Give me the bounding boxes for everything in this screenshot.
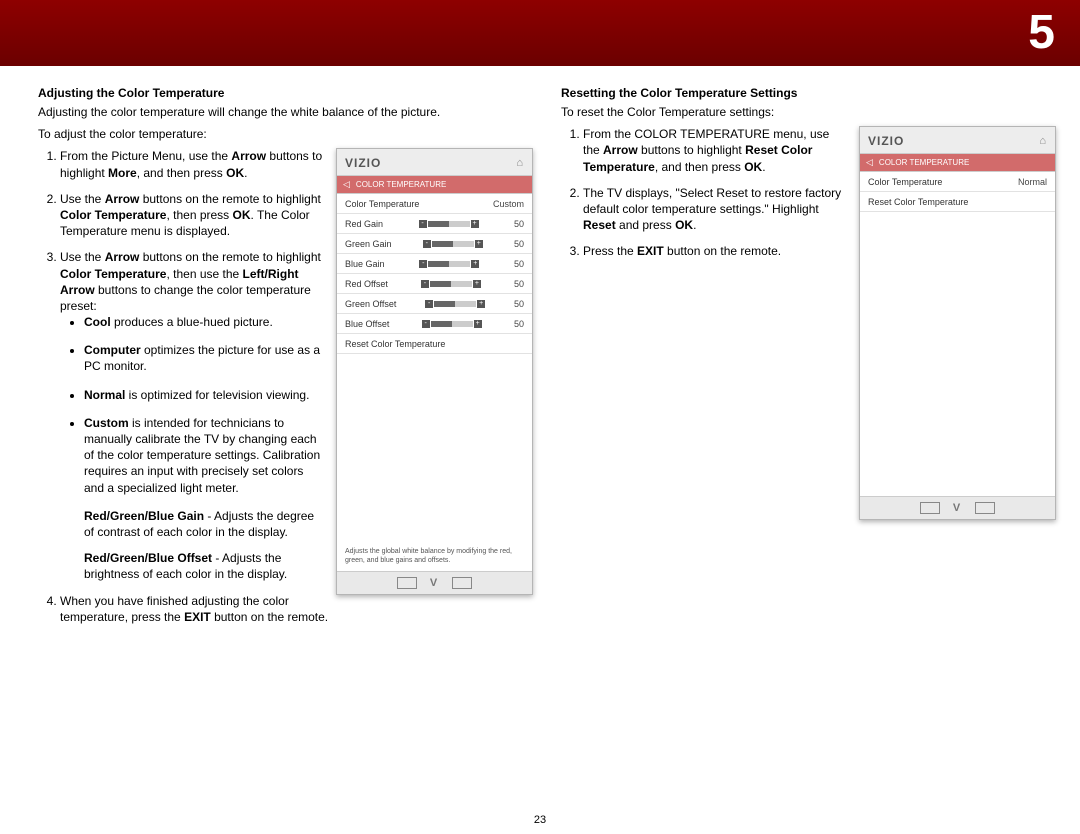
osd-row: Color Temperature Normal bbox=[860, 172, 1055, 192]
osd-brand: VIZIO bbox=[868, 134, 904, 148]
page-number: 23 bbox=[0, 814, 1080, 826]
osd-figure-2: VIZIO ⌂ ◁ COLOR TEMPERATURE Color Temper… bbox=[859, 126, 1056, 520]
reset-step-3: Press the EXIT button on the remote. bbox=[583, 243, 883, 259]
osd-help-text: Adjusts the global white balance by modi… bbox=[337, 544, 532, 572]
slider: -+ bbox=[419, 260, 479, 268]
gear-icon bbox=[452, 577, 472, 589]
osd-row: Color Temperature Custom bbox=[337, 194, 532, 214]
slider: -+ bbox=[422, 320, 482, 328]
osd-row: Reset Color Temperature bbox=[337, 334, 532, 354]
osd-row-label: Green Gain bbox=[345, 239, 392, 249]
osd-row: Reset Color Temperature bbox=[860, 192, 1055, 212]
presets-list: Cool produces a blue-hued picture. Compu… bbox=[70, 314, 340, 496]
osd-panel-1: VIZIO ⌂ ◁ COLOR TEMPERATURE Color Temper… bbox=[336, 148, 533, 595]
wide-icon bbox=[920, 502, 940, 514]
left-column: Adjusting the Color Temperature Adjustin… bbox=[38, 80, 533, 804]
osd-panel-2: VIZIO ⌂ ◁ COLOR TEMPERATURE Color Temper… bbox=[859, 126, 1056, 520]
lead-text: To adjust the color temperature: bbox=[38, 126, 533, 142]
home-icon: ⌂ bbox=[1039, 135, 1047, 147]
osd-row-value: 50 bbox=[514, 299, 524, 309]
osd-row-value: Normal bbox=[1018, 177, 1047, 187]
osd-breadcrumb: ◁ COLOR TEMPERATURE bbox=[337, 176, 532, 194]
back-icon: ◁ bbox=[866, 157, 873, 168]
gain-desc: Red/Green/Blue Gain - Adjusts the degree… bbox=[84, 508, 340, 540]
osd-header: VIZIO ⌂ bbox=[860, 127, 1055, 154]
page: 5 Adjusting the Color Temperature Adjust… bbox=[0, 0, 1080, 834]
heading-adjust: Adjusting the Color Temperature bbox=[38, 86, 533, 100]
osd-row: Green Gain -+ 50 bbox=[337, 234, 532, 254]
vizio-v-icon: V bbox=[953, 502, 962, 514]
osd-row-value: 50 bbox=[514, 259, 524, 269]
vizio-v-icon: V bbox=[430, 577, 439, 589]
osd-row-label: Blue Offset bbox=[345, 319, 389, 329]
slider: -+ bbox=[421, 280, 481, 288]
osd-footer: V bbox=[337, 571, 532, 594]
preset-normal: Normal is optimized for television viewi… bbox=[84, 387, 340, 403]
step-2: Use the Arrow buttons on the remote to h… bbox=[60, 191, 340, 240]
osd-header: VIZIO ⌂ bbox=[337, 149, 532, 176]
lead-reset: To reset the Color Temperature settings: bbox=[561, 104, 1056, 120]
osd-breadcrumb: ◁ COLOR TEMPERATURE bbox=[860, 154, 1055, 172]
osd-row-label: Red Offset bbox=[345, 279, 388, 289]
preset-computer: Computer optimizes the picture for use a… bbox=[84, 342, 340, 374]
osd-body: Color Temperature Normal Reset Color Tempe… bbox=[860, 172, 1055, 496]
step-1: From the Picture Menu, use the Arrow but… bbox=[60, 148, 340, 180]
osd-row-value: 50 bbox=[514, 239, 524, 249]
offset-desc: Red/Green/Blue Offset - Adjusts the brig… bbox=[84, 550, 340, 582]
osd-row-label: Reset Color Temperature bbox=[345, 339, 445, 349]
osd-row-label: Color Temperature bbox=[345, 199, 419, 209]
chapter-number: 5 bbox=[1028, 5, 1055, 60]
osd-row-value: 50 bbox=[514, 219, 524, 229]
osd-body: Color TemperatureCustomRed Gain-+50Green… bbox=[337, 194, 532, 543]
osd-crumb-label: COLOR TEMPERATURE bbox=[879, 158, 969, 167]
osd-row-value: 50 bbox=[514, 319, 524, 329]
preset-custom: Custom is intended for technicians to ma… bbox=[84, 415, 340, 496]
intro-text: Adjusting the color temperature will cha… bbox=[38, 104, 533, 120]
reset-step-2: The TV displays, "Select Reset to restor… bbox=[583, 185, 883, 234]
osd-row-label: Green Offset bbox=[345, 299, 396, 309]
osd-row-value: 50 bbox=[514, 279, 524, 289]
osd-row: Blue Gain -+ 50 bbox=[337, 254, 532, 274]
osd-figure-1: VIZIO ⌂ ◁ COLOR TEMPERATURE Color Temper… bbox=[336, 148, 533, 595]
osd-row: Red Gain -+ 50 bbox=[337, 214, 532, 234]
osd-row: Blue Offset -+ 50 bbox=[337, 314, 532, 334]
osd-footer: V bbox=[860, 496, 1055, 519]
heading-reset: Resetting the Color Temperature Settings bbox=[561, 86, 1056, 100]
osd-crumb-label: COLOR TEMPERATURE bbox=[356, 180, 446, 189]
osd-row-label: Red Gain bbox=[345, 219, 383, 229]
osd-row: Green Offset -+ 50 bbox=[337, 294, 532, 314]
osd-row-value: Custom bbox=[493, 199, 524, 209]
back-icon: ◁ bbox=[343, 179, 350, 190]
osd-row-label: Color Temperature bbox=[868, 177, 942, 187]
slider: -+ bbox=[419, 220, 479, 228]
slider: -+ bbox=[425, 300, 485, 308]
gear-icon bbox=[975, 502, 995, 514]
osd-row: Red Offset -+ 50 bbox=[337, 274, 532, 294]
preset-cool: Cool produces a blue-hued picture. bbox=[84, 314, 340, 330]
osd-row-label: Blue Gain bbox=[345, 259, 385, 269]
slider: -+ bbox=[423, 240, 483, 248]
header-band: 5 bbox=[0, 0, 1080, 66]
step-4: When you have finished adjusting the col… bbox=[60, 593, 533, 625]
step-3: Use the Arrow buttons on the remote to h… bbox=[60, 249, 340, 582]
reset-step-1: From the COLOR TEMPERATURE menu, use the… bbox=[583, 126, 883, 175]
right-column: Resetting the Color Temperature Settings… bbox=[561, 80, 1056, 804]
content-area: Adjusting the Color Temperature Adjustin… bbox=[38, 80, 1056, 804]
home-icon: ⌂ bbox=[516, 157, 524, 169]
osd-brand: VIZIO bbox=[345, 156, 381, 170]
wide-icon bbox=[397, 577, 417, 589]
osd-row-label: Reset Color Temperature bbox=[868, 197, 968, 207]
